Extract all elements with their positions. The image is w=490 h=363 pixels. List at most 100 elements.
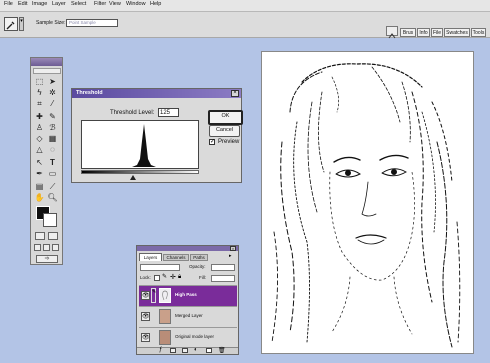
threshold-histogram xyxy=(81,120,199,169)
notes-tool-icon[interactable]: ▤ xyxy=(34,182,45,191)
tab-channels[interactable]: Channels xyxy=(163,254,189,261)
screen-mode-full-button[interactable] xyxy=(52,244,59,251)
eye-icon[interactable]: 👁︎ xyxy=(141,291,150,300)
history-brush-tool-icon[interactable]: ℬ xyxy=(47,123,58,132)
threshold-title-bar[interactable]: Threshold × xyxy=(72,89,241,98)
menu-image[interactable]: Image xyxy=(32,1,47,7)
ok-button[interactable]: OK xyxy=(208,110,243,125)
quick-mask-button[interactable] xyxy=(48,232,58,240)
opacity-input[interactable] xyxy=(211,264,235,271)
eye-icon[interactable]: 👁︎ xyxy=(141,333,150,342)
layers-bottom-bar: ƒ ◐ 🗑︎ xyxy=(137,347,238,354)
sample-size-label: Sample Size: xyxy=(36,20,66,26)
dodge-tool-icon[interactable]: ◌ xyxy=(47,145,58,154)
shape-tool-icon[interactable]: ▭ xyxy=(47,169,58,178)
screen-mode-full-menu-button[interactable] xyxy=(43,244,50,251)
menu-select[interactable]: Select xyxy=(71,1,86,7)
standard-mode-button[interactable] xyxy=(35,232,45,240)
healing-brush-tool-icon[interactable]: ✚ xyxy=(34,112,45,121)
jump-to-imageready-button[interactable]: ➾ xyxy=(36,255,58,263)
layers-palette: × Layers Channels Paths ▸ Opacity: Lock:… xyxy=(136,245,239,355)
lock-all-icon[interactable]: 🔒︎ xyxy=(178,274,181,281)
layer-row-merged[interactable]: 👁︎ Merged Layer xyxy=(139,306,237,327)
crop-tool-icon[interactable]: ⌗ xyxy=(34,99,45,108)
histogram-graph xyxy=(82,124,198,167)
lock-label: Lock: xyxy=(140,275,151,280)
fill-label: Fill: xyxy=(199,275,206,280)
cancel-button[interactable]: Cancel xyxy=(209,125,240,137)
threshold-title: Threshold xyxy=(76,90,103,96)
adjustment-layer-icon[interactable]: ◐ xyxy=(194,347,198,353)
path-selection-tool-icon[interactable]: ↖ xyxy=(34,158,45,167)
threshold-level-input[interactable]: 125 xyxy=(158,108,179,117)
new-layer-icon[interactable] xyxy=(206,348,212,353)
layer-row-high-pass[interactable]: 👁︎ ✎ High Pass xyxy=(139,285,237,306)
layer-style-icon[interactable]: ƒ xyxy=(159,347,162,353)
tab-tools[interactable]: Tools xyxy=(471,28,486,37)
menu-window[interactable]: Window xyxy=(126,1,146,7)
tab-info[interactable]: Info xyxy=(417,28,430,37)
close-icon[interactable]: × xyxy=(231,90,239,97)
menu-file[interactable]: File xyxy=(4,1,13,7)
tab-brushes[interactable]: Brus xyxy=(400,28,416,37)
blur-tool-icon[interactable]: △ xyxy=(34,145,45,154)
threshold-slider-handle[interactable] xyxy=(130,175,136,180)
photoshop-logo-button[interactable] xyxy=(33,68,61,74)
layers-palette-title-bar[interactable] xyxy=(137,246,238,251)
eyedropper-tool-icon[interactable]: ⟋ xyxy=(47,182,58,191)
tab-layers[interactable]: Layers xyxy=(139,253,162,261)
pen-tool-icon[interactable]: ✒ xyxy=(34,169,45,178)
zoom-tool-icon[interactable]: 🔍︎ xyxy=(47,193,58,202)
layer-row-original[interactable]: 👁︎ Original mode layer xyxy=(139,327,237,348)
lock-position-icon[interactable]: ✛ xyxy=(170,274,176,281)
layer-name: High Pass xyxy=(175,292,197,297)
eye-icon[interactable]: 👁︎ xyxy=(141,312,150,321)
trash-icon[interactable]: 🗑︎ xyxy=(218,347,226,354)
blend-mode-select[interactable] xyxy=(140,264,180,271)
tab-swatches[interactable]: Swatches xyxy=(444,28,470,37)
magic-wand-tool-icon[interactable]: ✲ xyxy=(47,88,58,97)
menu-help[interactable]: Help xyxy=(150,1,161,7)
lock-transparency-icon[interactable] xyxy=(154,275,160,281)
brush-tool-icon[interactable]: ✎ xyxy=(47,112,58,121)
tab-paths[interactable]: Paths xyxy=(190,254,208,261)
layer-thumbnail xyxy=(159,288,171,303)
lasso-tool-icon[interactable]: ϟ xyxy=(34,88,45,97)
toggle-palettes-button[interactable] xyxy=(386,26,398,39)
tab-file[interactable]: File xyxy=(431,28,443,37)
eyedropper-tool-preset[interactable] xyxy=(4,17,18,31)
toolbox: ⬚ ➤ ϟ ✲ ⌗ ⁄ ✚ ✎ ♙ ℬ ◇ ▦ △ ◌ ↖ T ✒ ▭ ▤ ⟋ … xyxy=(30,57,63,265)
close-icon[interactable]: × xyxy=(230,246,236,251)
menu-view[interactable]: View xyxy=(109,1,121,7)
menu-edit[interactable]: Edit xyxy=(18,1,27,7)
fill-input[interactable] xyxy=(211,275,235,282)
layer-mask-icon[interactable] xyxy=(170,348,176,353)
lock-paint-icon[interactable]: ✎ xyxy=(162,274,167,281)
threshold-portrait-image xyxy=(271,63,461,348)
move-tool-icon[interactable]: ➤ xyxy=(47,77,58,86)
preset-dropdown-arrow-icon[interactable]: ▾ xyxy=(19,17,24,31)
gradient-tool-icon[interactable]: ▦ xyxy=(47,134,58,143)
palette-menu-icon[interactable]: ▸ xyxy=(229,254,236,260)
marquee-tool-icon[interactable]: ⬚ xyxy=(34,77,45,86)
toolbox-header xyxy=(31,58,62,66)
type-tool-icon[interactable]: T xyxy=(47,158,58,167)
brush-link-icon: ✎ xyxy=(151,288,156,303)
slice-tool-icon[interactable]: ⁄ xyxy=(47,99,58,108)
screen-mode-standard-button[interactable] xyxy=(34,244,41,251)
new-set-icon[interactable] xyxy=(182,348,188,353)
threshold-level-label: Threshold Level: xyxy=(110,110,155,116)
hand-tool-icon[interactable]: ✋ xyxy=(34,193,45,202)
document-canvas[interactable] xyxy=(261,51,474,354)
threshold-dialog: Threshold × Threshold Level: 125 OK Canc… xyxy=(71,88,243,183)
sample-size-select[interactable]: Point Sample xyxy=(66,19,118,27)
layer-name: Original mode layer xyxy=(175,334,215,339)
menu-filter[interactable]: Filter xyxy=(94,1,106,7)
clone-stamp-tool-icon[interactable]: ♙ xyxy=(34,123,45,132)
layer-name: Merged Layer xyxy=(175,313,203,318)
background-color-swatch[interactable] xyxy=(43,213,57,227)
menu-layer[interactable]: Layer xyxy=(52,1,66,7)
eraser-tool-icon[interactable]: ◇ xyxy=(34,134,45,143)
preview-checkbox[interactable]: ✓ xyxy=(209,139,215,145)
layer-thumbnail xyxy=(159,330,171,345)
